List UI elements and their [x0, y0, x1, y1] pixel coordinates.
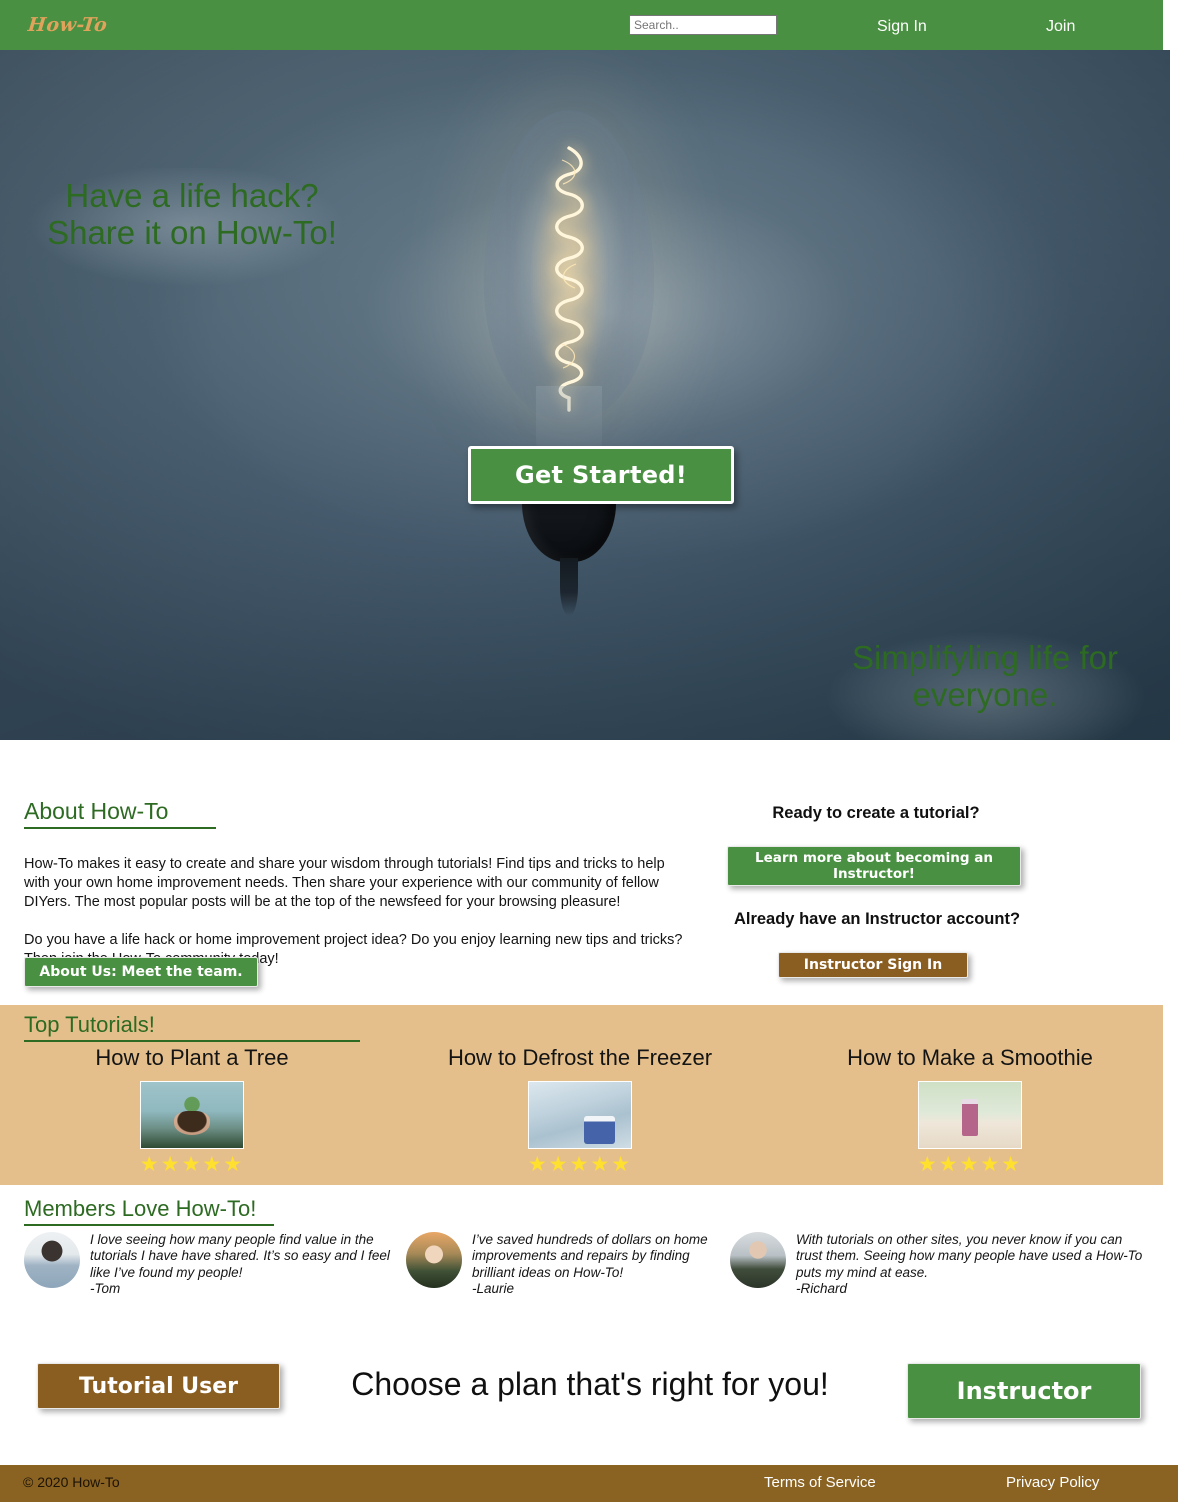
testimonial-item: I love seeing how many people find value…	[24, 1232, 404, 1297]
hero-banner: Have a life hack? Share it on How-To! Si…	[0, 50, 1170, 740]
rating-stars: ★★★★★	[139, 1153, 245, 1176]
avatar	[24, 1232, 80, 1288]
about-us-button[interactable]: About Us: Meet the team.	[24, 957, 258, 987]
hero-headline: Have a life hack? Share it on How-To!	[47, 177, 337, 251]
about-heading: About How-To	[24, 798, 216, 829]
tutorial-thumbnail-image[interactable]	[918, 1081, 1022, 1149]
tutorial-card[interactable]: How to Plant a Tree ★★★★★	[12, 1045, 372, 1175]
testimonial-author: -Tom	[90, 1280, 121, 1296]
testimonial-quote: I love seeing how many people find value…	[90, 1232, 390, 1280]
testimonial-body: I’ve saved hundreds of dollars on home i…	[472, 1232, 736, 1297]
testimonial-body: With tutorials on other sites, you never…	[796, 1232, 1150, 1297]
members-heading-wrap: Members Love How-To!	[24, 1196, 274, 1226]
top-navigation-bar: How-To	[0, 0, 1163, 50]
sign-in-link[interactable]: Sign In	[877, 18, 927, 36]
ready-to-create-heading: Ready to create a tutorial?	[772, 804, 980, 822]
testimonial-quote: I’ve saved hundreds of dollars on home i…	[472, 1232, 708, 1280]
tutorial-thumbnail-image[interactable]	[528, 1081, 632, 1149]
already-instructor-heading: Already have an Instructor account?	[733, 910, 1021, 928]
search-field-wrapper	[629, 15, 777, 35]
tutorial-title: How to Defrost the Freezer	[447, 1045, 713, 1070]
testimonial-item: I’ve saved hundreds of dollars on home i…	[406, 1232, 736, 1297]
privacy-policy-link[interactable]: Privacy Policy	[1006, 1474, 1099, 1491]
page-footer	[0, 1465, 1178, 1502]
search-input[interactable]	[629, 15, 777, 35]
tutorials-heading-wrap: Top Tutorials!	[24, 1012, 360, 1042]
terms-of-service-link[interactable]: Terms of Service	[764, 1474, 876, 1491]
tutorial-card[interactable]: How to Make a Smoothie ★★★★★	[790, 1045, 1150, 1175]
about-heading-wrap: About How-To	[24, 798, 216, 829]
instructor-plan-button[interactable]: Instructor	[907, 1363, 1141, 1419]
avatar	[730, 1232, 786, 1288]
testimonial-item: With tutorials on other sites, you never…	[730, 1232, 1150, 1297]
copyright-text: © 2020 How-To	[23, 1474, 120, 1490]
rating-stars: ★★★★★	[917, 1153, 1023, 1176]
about-paragraph-1: How-To makes it easy to create and share…	[24, 855, 665, 911]
choose-plan-heading: Choose a plan that's right for you!	[351, 1366, 829, 1402]
lightbulb-image	[474, 110, 664, 630]
bulb-stem	[560, 558, 578, 616]
members-heading: Members Love How-To!	[24, 1196, 274, 1226]
testimonial-author: -Laurie	[472, 1280, 515, 1296]
bulb-filament	[540, 144, 598, 414]
tutorial-thumbnail-image[interactable]	[140, 1081, 244, 1149]
get-started-button[interactable]: Get Started!	[468, 446, 734, 504]
tutorials-heading: Top Tutorials!	[24, 1012, 360, 1042]
hero-subheadline: Simplifyling life for everyone.	[852, 639, 1118, 713]
tutorial-card[interactable]: How to Defrost the Freezer ★★★★★	[400, 1045, 760, 1175]
learn-more-instructor-button[interactable]: Learn more about becoming an Instructor!	[727, 846, 1021, 886]
site-logo[interactable]: How-To	[27, 14, 229, 36]
testimonial-author: -Richard	[796, 1280, 848, 1296]
testimonial-quote: With tutorials on other sites, you never…	[796, 1232, 1143, 1280]
tutorial-title: How to Plant a Tree	[95, 1045, 289, 1070]
avatar	[406, 1232, 462, 1288]
tutorial-title: How to Make a Smoothie	[847, 1045, 1093, 1070]
rating-stars: ★★★★★	[527, 1153, 633, 1176]
join-link[interactable]: Join	[1046, 18, 1075, 36]
instructor-sign-in-button[interactable]: Instructor Sign In	[778, 952, 968, 978]
tutorial-user-plan-button[interactable]: Tutorial User	[37, 1363, 280, 1409]
testimonial-body: I love seeing how many people find value…	[90, 1232, 404, 1297]
